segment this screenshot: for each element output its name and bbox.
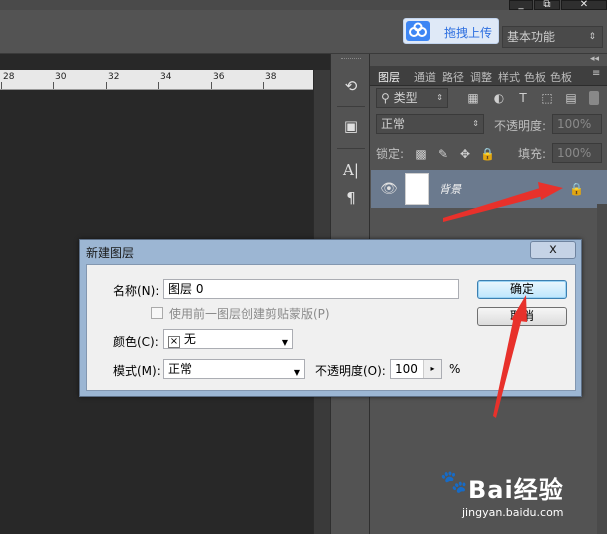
ruler-tick <box>263 82 264 89</box>
options-bar: 拖拽上传 基本功能 ⇕ <box>0 10 607 54</box>
lock-transparent-icon[interactable]: ▩ <box>414 147 428 161</box>
ruler-mark: 34 <box>160 72 172 82</box>
tab-styles[interactable]: 样式 <box>498 69 520 85</box>
chevron-updown-icon: ⇕ <box>472 119 479 128</box>
new-layer-dialog: 新建图层 x 名称(N): 图层 0 使用前一图层创建剪贴蒙版(P) 颜色(C)… <box>79 239 582 397</box>
ruler-mark: 36 <box>213 72 225 82</box>
cloud-icon <box>406 21 430 41</box>
tab-swatches[interactable]: 色板 <box>524 69 546 85</box>
mode-label: 模式(M): <box>113 364 161 378</box>
tab-paths[interactable]: 路径 <box>442 69 464 85</box>
lock-position-icon[interactable]: ✥ <box>458 147 472 161</box>
clip-mask-label: 使用前一图层创建剪贴蒙版(P) <box>169 307 330 321</box>
tab-color[interactable]: 色板 <box>550 69 572 85</box>
search-icon: ⚲ <box>381 91 394 105</box>
chevron-updown-icon: ⇕ <box>588 32 596 42</box>
filter-kind-label: 类型 <box>393 91 418 105</box>
layer-row-background[interactable]: 👁 背景 🔒 <box>371 170 607 208</box>
paragraph-icon[interactable]: ¶ <box>341 188 361 208</box>
lock-label: 锁定: <box>376 147 405 161</box>
blend-mode-select[interactable]: 正常 ⇕ <box>376 114 484 134</box>
layer-name[interactable]: 背景 <box>439 181 461 197</box>
opacity-value: 100 <box>395 362 418 376</box>
type-filter-icon[interactable]: T <box>516 91 530 105</box>
color-label: 颜色(C): <box>113 335 159 349</box>
lock-icon[interactable]: 🔒 <box>569 182 584 196</box>
horizontal-ruler: 28 30 32 34 36 38 <box>0 70 320 90</box>
ruler-tick <box>53 82 54 89</box>
mode-value: 正常 <box>168 362 193 376</box>
lock-all-icon[interactable]: 🔒 <box>480 147 495 161</box>
paw-logo-icon: 🐾 <box>440 470 468 495</box>
ruler-tick <box>158 82 159 89</box>
baidu-watermark: 🐾 Bai经验 jingyan.baidu.com <box>440 462 600 528</box>
minimize-button[interactable]: _ <box>509 0 533 10</box>
layer-name-input[interactable]: 图层 0 <box>163 279 459 299</box>
ruler-tick <box>211 82 212 89</box>
collapse-panel-icon[interactable]: ◂◂ <box>590 54 599 64</box>
dialog-body: 名称(N): 图层 0 使用前一图层创建剪贴蒙版(P) 颜色(C): × 无 ▼… <box>86 264 576 391</box>
lock-paint-icon[interactable]: ✎ <box>436 147 450 161</box>
layer-thumbnail <box>405 173 429 205</box>
3d-cube-icon[interactable]: ▣ <box>341 116 361 136</box>
color-select[interactable]: × 无 ▼ <box>163 329 293 349</box>
cancel-button[interactable]: 取消 <box>477 307 567 326</box>
ruler-tick <box>106 82 107 89</box>
tab-layers[interactable]: 图层 <box>378 69 400 85</box>
watermark-brand: Bai经验 <box>468 476 564 504</box>
ok-button[interactable]: 确定 <box>477 280 567 299</box>
workspace-select[interactable]: 基本功能 ⇕ <box>502 26 603 48</box>
watermark-url: jingyan.baidu.com <box>462 506 564 519</box>
opacity-label: 不透明度: <box>494 119 547 133</box>
chevron-down-icon: ▼ <box>293 368 300 377</box>
fill-field[interactable]: 100% <box>552 143 602 163</box>
grip-icon <box>341 58 361 60</box>
shape-filter-icon[interactable]: ⬚ <box>540 91 554 105</box>
fill-label: 填充: <box>518 147 547 161</box>
opacity-field[interactable]: 100% <box>552 114 602 134</box>
percent-unit: % <box>449 362 461 376</box>
no-color-icon: × <box>168 336 180 348</box>
opacity-label: 不透明度(O): <box>315 364 386 378</box>
filter-toggle[interactable] <box>589 91 599 105</box>
ruler-mark: 32 <box>108 72 120 82</box>
panel-tabs: 图层 通道 路径 调整 样式 色板 色板 ≡ <box>370 66 607 86</box>
name-label: 名称(N): <box>113 284 160 298</box>
panel-menu-icon[interactable]: ≡ <box>592 68 600 79</box>
divider <box>337 106 365 107</box>
ruler-mark: 30 <box>55 72 67 82</box>
blend-mode-label: 正常 <box>381 117 406 131</box>
smart-object-filter-icon[interactable]: ▤ <box>564 91 578 105</box>
workspace-label: 基本功能 <box>507 30 556 44</box>
fill-value: 100% <box>557 146 592 160</box>
chevron-down-icon: ▼ <box>281 338 288 347</box>
upload-label: 拖拽上传 <box>444 26 493 40</box>
close-window-button[interactable]: ✕ <box>561 0 607 10</box>
restore-button[interactable]: ⧉ <box>534 0 560 10</box>
mode-select[interactable]: 正常 ▼ <box>163 359 305 379</box>
eye-icon[interactable]: 👁 <box>380 181 398 197</box>
color-value: 无 <box>183 332 196 346</box>
ruler-mark: 38 <box>265 72 277 82</box>
tab-adjustments[interactable]: 调整 <box>470 69 492 85</box>
clip-mask-checkbox[interactable] <box>151 307 163 319</box>
close-icon[interactable]: x <box>530 241 576 259</box>
ruler-tick <box>1 82 2 89</box>
divider <box>337 148 365 149</box>
opacity-value: 100% <box>557 117 592 131</box>
history-icon[interactable]: ⟲ <box>341 76 361 96</box>
layer-name-value: 图层 0 <box>168 282 204 296</box>
character-icon[interactable]: A| <box>341 160 361 180</box>
opacity-input[interactable]: 100 ▸ <box>390 359 442 379</box>
upload-button[interactable]: 拖拽上传 <box>403 18 499 44</box>
adjustment-filter-icon[interactable]: ◐ <box>492 91 506 105</box>
ruler-mark: 28 <box>3 72 15 82</box>
dialog-title: 新建图层 <box>86 246 135 260</box>
opacity-slider-icon[interactable]: ▸ <box>423 360 441 378</box>
image-filter-icon[interactable]: ▦ <box>466 91 480 105</box>
filter-kind-select[interactable]: ⚲ 类型 ⇕ <box>376 88 448 108</box>
tab-channels[interactable]: 通道 <box>414 69 436 85</box>
chevron-updown-icon: ⇕ <box>436 93 443 102</box>
